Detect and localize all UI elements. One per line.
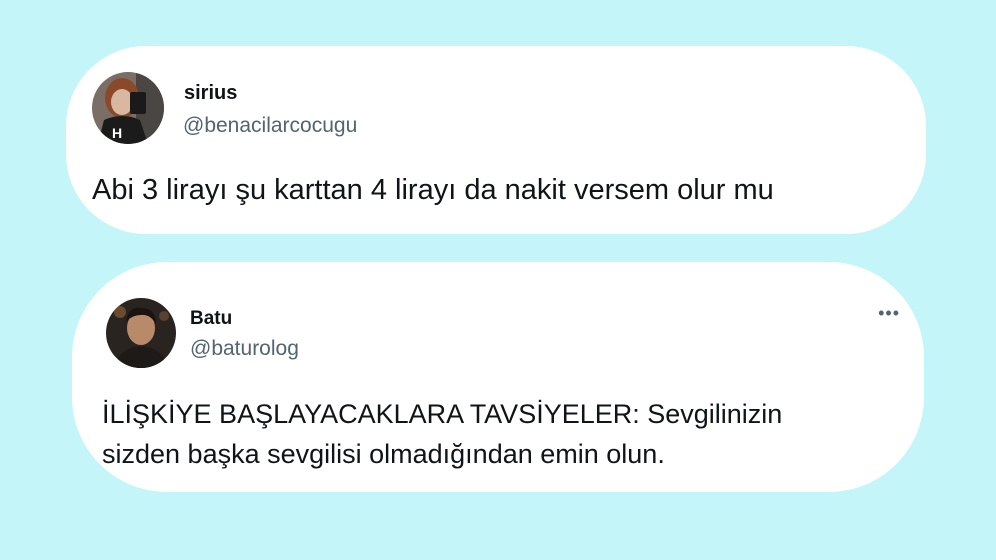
tweet-text: Abi 3 lirayı şu karttan 4 lirayı da naki… (92, 174, 774, 207)
avatar-image (106, 298, 176, 368)
avatar[interactable] (106, 298, 176, 368)
user-display-name[interactable]: sirius (184, 82, 237, 105)
tweet-card[interactable]: Batu @baturolog ••• İLİŞKİYE BAŞLAYACAKL… (72, 262, 924, 492)
svg-text:H: H (112, 125, 122, 141)
more-options-icon[interactable]: ••• (878, 304, 900, 322)
tweet-text-line: Abi 3 lirayı şu karttan 4 lirayı da naki… (92, 174, 774, 206)
avatar[interactable]: H (92, 72, 164, 144)
avatar-image: H (92, 72, 164, 144)
user-display-name[interactable]: Batu (190, 308, 232, 330)
tweet-card[interactable]: H sirius @benacilarcocugu Abi 3 lirayı ş… (66, 46, 926, 234)
tweet-text-line: İLİŞKİYE BAŞLAYACAKLARA TAVSİYELER: Sevg… (102, 399, 783, 429)
user-handle[interactable]: @benacilarcocugu (183, 114, 357, 138)
tweet-text-line: sizden başka sevgilisi olmadığından emin… (102, 439, 665, 469)
user-handle[interactable]: @baturolog (190, 337, 299, 361)
tweet-text: İLİŞKİYE BAŞLAYACAKLARA TAVSİYELER: Sevg… (102, 394, 782, 474)
